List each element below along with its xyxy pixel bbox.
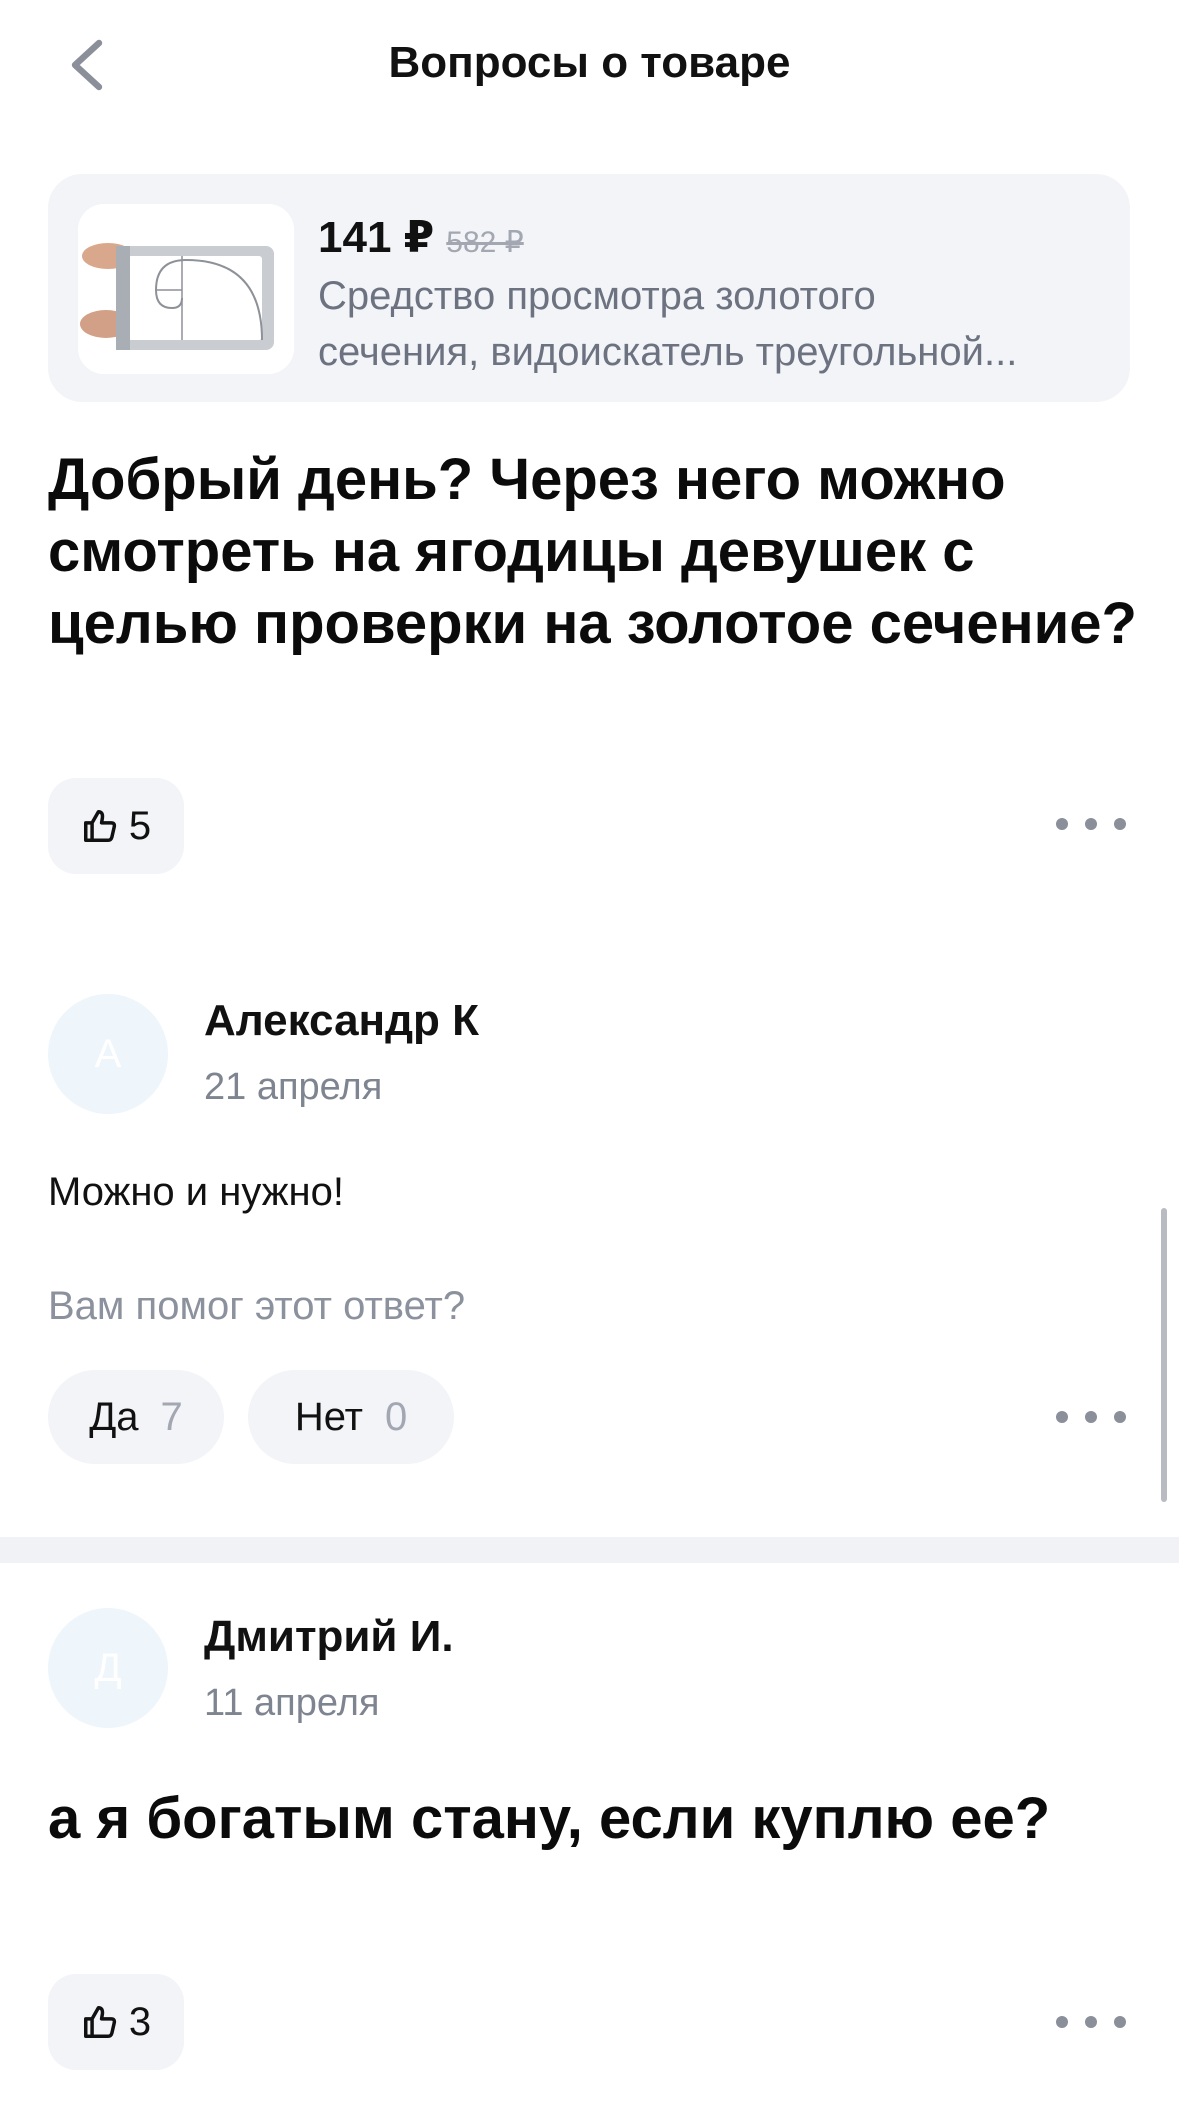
yes-label: Да [89,1394,139,1439]
section-divider [0,1537,1179,1563]
thumbs-up-icon [83,2006,116,2038]
helpful-prompt: Вам помог этот ответ? [48,1284,466,1328]
answer-text: а я богатым стану, если куплю ее? [48,1786,1051,1851]
avatar: Д [48,1608,168,1728]
answer-more-button[interactable] [1056,2002,1126,2042]
product-name-line-1: Средство просмотра золотого [318,274,876,318]
question-like-button[interactable]: 5 [48,778,184,874]
dot [1085,818,1097,830]
yes-count: 7 [160,1394,183,1439]
dot [1114,818,1126,830]
dot [1114,2016,1126,2028]
answer-like-count: 3 [128,1999,152,2044]
helpful-yes-button[interactable]: Да 7 [48,1370,224,1464]
dot [1085,1411,1097,1423]
price-row: 141 ₽ 582 ₽ [318,212,524,263]
dot [1056,2016,1068,2028]
author-name: Александр К [204,996,479,1045]
scrollbar[interactable] [1161,1208,1167,1502]
dot [1056,1411,1068,1423]
avatar: А [48,994,168,1114]
product-card[interactable]: 141 ₽ 582 ₽ Средство просмотра золотого … [48,174,1130,402]
page-title: Вопросы о товаре [388,38,791,87]
dot [1056,818,1068,830]
dot [1085,2016,1097,2028]
product-image [78,204,294,374]
answer-text: Можно и нужно! [48,1170,344,1214]
thumbs-up-icon [83,810,116,842]
product-thumbnail[interactable] [78,204,294,374]
question-text: Добрый день? Через него можно смотреть н… [48,447,1137,656]
product-name-line-2: сечения, видоискатель треугольной... [318,330,1018,374]
author-name: Дмитрий И. [204,1612,454,1661]
helpful-no-button[interactable]: Нет 0 [248,1370,454,1464]
current-price: 141 ₽ [318,213,435,262]
answer-like-button[interactable]: 3 [48,1974,184,2070]
question-like-count: 5 [128,803,152,848]
old-price: 582 ₽ [446,226,524,259]
header: Вопросы о товаре [0,0,1179,130]
dot [1114,1411,1126,1423]
answer-date: 11 апреля [204,1682,380,1724]
question-more-button[interactable] [1056,804,1126,844]
answer-more-button[interactable] [1056,1397,1126,1437]
answer-date: 21 апреля [204,1066,383,1108]
product-name: Средство просмотра золотого сечения, вид… [318,268,1138,380]
no-count: 0 [384,1394,408,1439]
no-label: Нет [294,1394,363,1439]
